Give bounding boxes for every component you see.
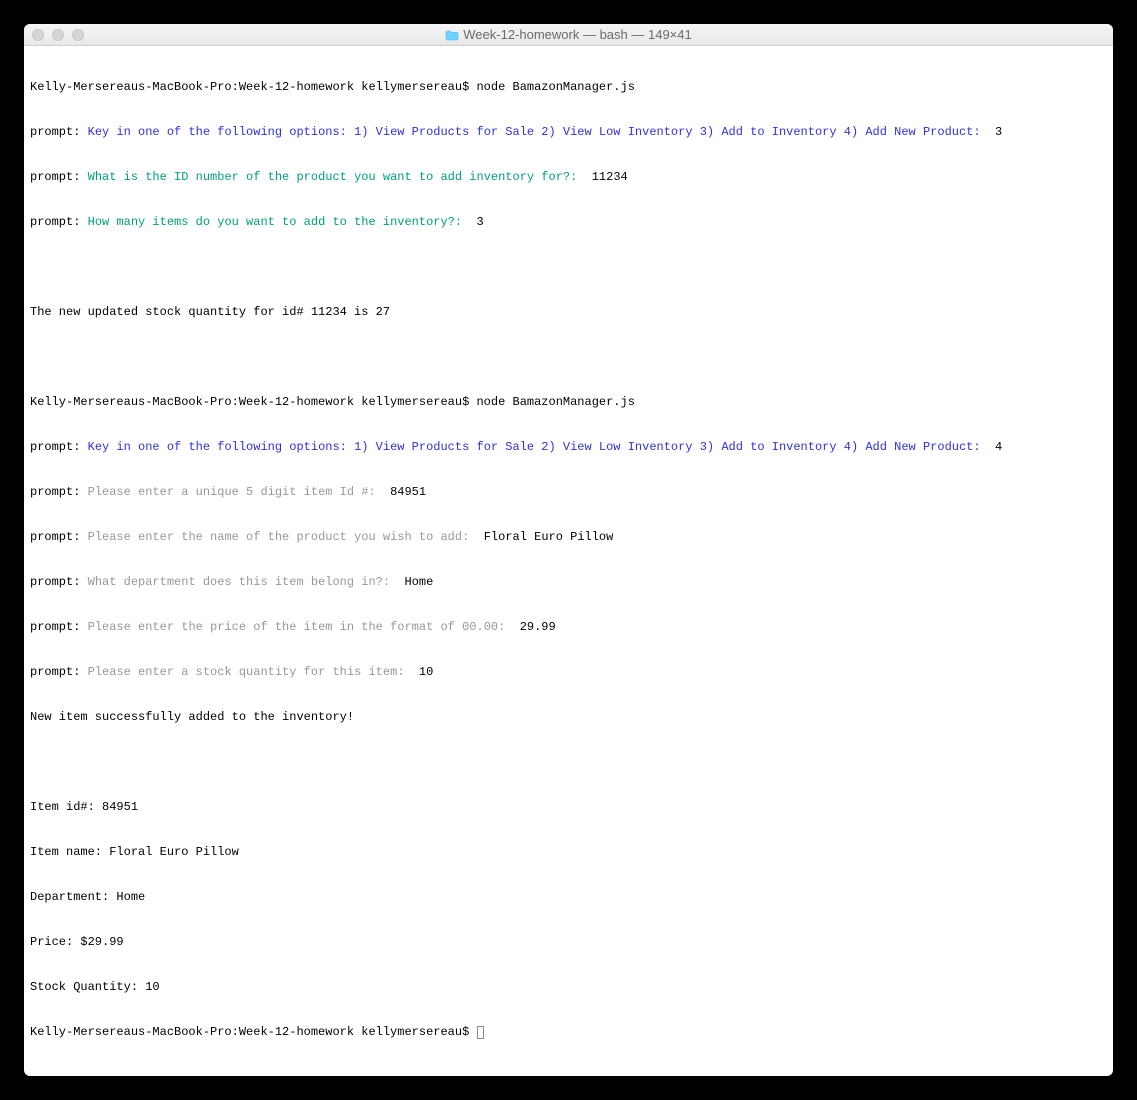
summary-line: Price: $29.99 [30,935,1107,950]
prompt-line: prompt: What is the ID number of the pro… [30,170,1107,185]
blank-line [30,755,1107,770]
folder-icon [445,29,459,40]
shell-line: Kelly-Mersereaus-MacBook-Pro:Week-12-hom… [30,395,1107,410]
prompt-line: prompt: Please enter the price of the it… [30,620,1107,635]
success-line: New item successfully added to the inven… [30,710,1107,725]
prompt-line: prompt: Please enter a unique 5 digit it… [30,485,1107,500]
prompt-line: prompt: Key in one of the following opti… [30,125,1107,140]
traffic-lights [32,29,84,41]
window-title-text: Week-12-homework — bash — 149×41 [463,27,691,42]
prompt-line: prompt: What department does this item b… [30,575,1107,590]
summary-line: Item name: Floral Euro Pillow [30,845,1107,860]
prompt-line: prompt: Key in one of the following opti… [30,440,1107,455]
prompt-line: prompt: How many items do you want to ad… [30,215,1107,230]
summary-line: Department: Home [30,890,1107,905]
blank-line [30,260,1107,275]
shell-line: Kelly-Mersereaus-MacBook-Pro:Week-12-hom… [30,80,1107,95]
terminal-body[interactable]: Kelly-Mersereaus-MacBook-Pro:Week-12-hom… [24,46,1113,1076]
shell-line: Kelly-Mersereaus-MacBook-Pro:Week-12-hom… [30,1025,1107,1040]
minimize-button[interactable] [52,29,64,41]
cursor [477,1026,484,1039]
summary-line: Item id#: 84951 [30,800,1107,815]
prompt-line: prompt: Please enter the name of the pro… [30,530,1107,545]
close-button[interactable] [32,29,44,41]
result-line: The new updated stock quantity for id# 1… [30,305,1107,320]
blank-line [30,350,1107,365]
titlebar[interactable]: Week-12-homework — bash — 149×41 [24,24,1113,46]
window-title: Week-12-homework — bash — 149×41 [24,27,1113,42]
prompt-line: prompt: Please enter a stock quantity fo… [30,665,1107,680]
zoom-button[interactable] [72,29,84,41]
summary-line: Stock Quantity: 10 [30,980,1107,995]
terminal-window: Week-12-homework — bash — 149×41 Kelly-M… [24,24,1113,1076]
